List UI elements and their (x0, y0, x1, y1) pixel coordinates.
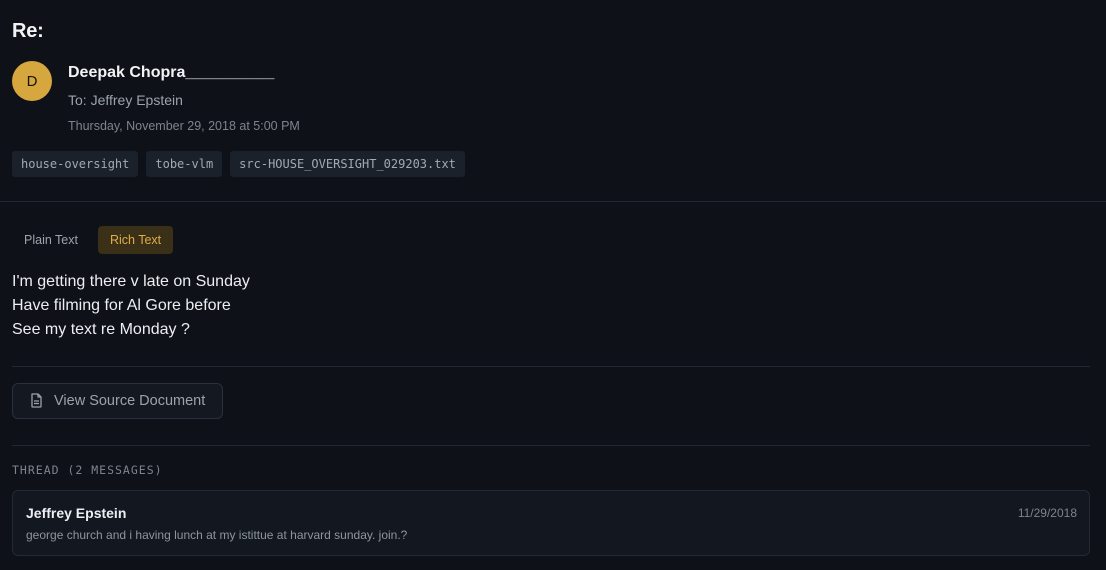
email-view: Re: D Deepak Chopra__________ To: Jeffre… (0, 0, 1106, 570)
tab-rich-text[interactable]: Rich Text (97, 226, 174, 254)
email-subject: Re: (12, 20, 44, 42)
recipient-line: To: Jeffrey Epstein (68, 92, 183, 108)
divider (0, 201, 1106, 202)
sender-name: Deepak Chopra__________ (68, 64, 275, 81)
avatar: D (12, 61, 52, 101)
thread-preview: george church and i having lunch at my i… (26, 528, 408, 542)
divider (12, 445, 1090, 446)
divider (12, 366, 1090, 367)
tag: src-HOUSE_OVERSIGHT_029203.txt (230, 151, 465, 177)
thread-message[interactable]: Jeffrey Epstein 11/29/2018 george church… (12, 490, 1090, 556)
document-icon (30, 393, 44, 409)
tag: tobe-vlm (146, 151, 223, 177)
thread-date: 11/29/2018 (1017, 506, 1077, 520)
body-line: Have filming for Al Gore before (12, 297, 231, 314)
tag: house-oversight (12, 151, 139, 177)
thread-header: THREAD (2 MESSAGES) (12, 463, 163, 477)
thread-sender: Jeffrey Epstein (26, 505, 127, 521)
view-source-document-button[interactable]: View Source Document (12, 383, 223, 419)
email-body: I'm getting there v late on Sunday Have … (12, 270, 250, 342)
body-line: See my text re Monday ? (12, 321, 190, 338)
tab-plain-text[interactable]: Plain Text (12, 226, 90, 254)
body-line: I'm getting there v late on Sunday (12, 273, 250, 290)
view-source-label: View Source Document (54, 393, 206, 409)
view-mode-tabs: Plain Text Rich Text (12, 226, 174, 254)
tag-list: house-oversight tobe-vlm src-HOUSE_OVERS… (12, 151, 465, 177)
email-date: Thursday, November 29, 2018 at 5:00 PM (68, 119, 300, 133)
